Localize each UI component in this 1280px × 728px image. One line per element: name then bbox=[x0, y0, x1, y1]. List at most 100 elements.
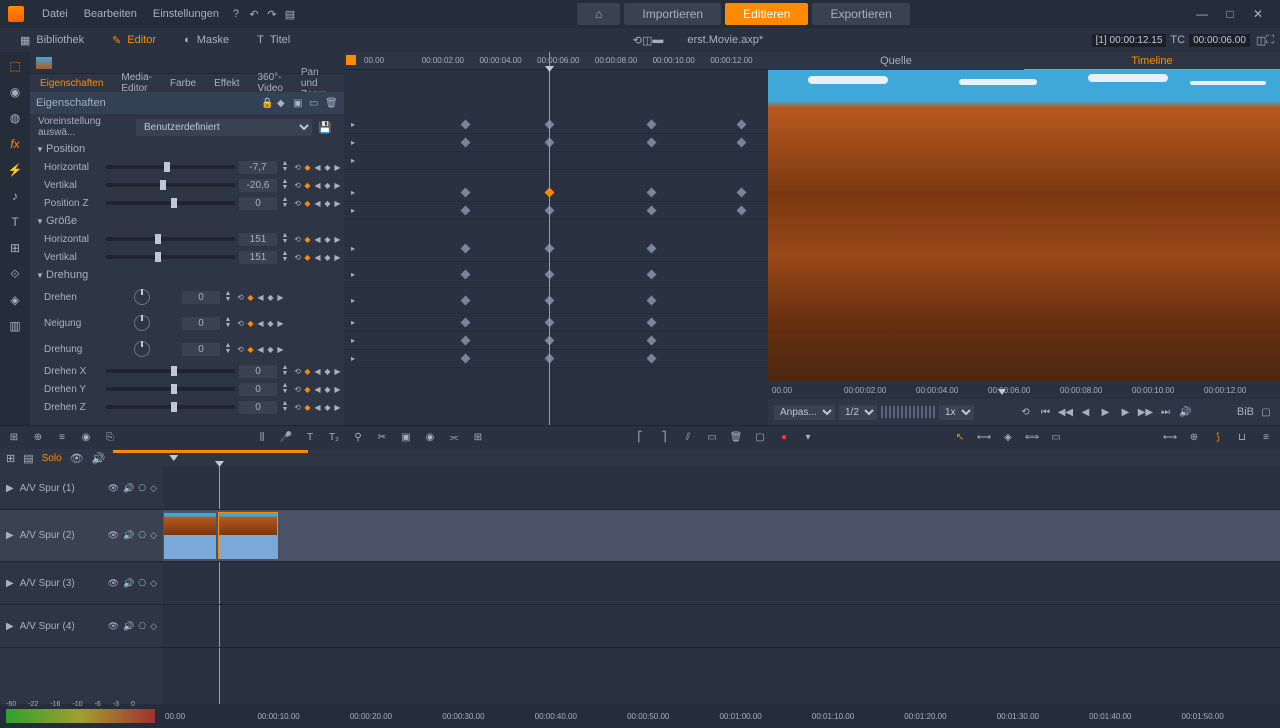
sidebar-marker-icon[interactable]: ◈ bbox=[7, 292, 23, 308]
lock-icon[interactable]: ⎔ bbox=[138, 483, 146, 494]
kf-next-icon[interactable]: ▶ bbox=[333, 163, 342, 172]
tl-speaker-icon[interactable]: 🔊 bbox=[92, 452, 106, 465]
tl-tool-copy[interactable]: ⎘ bbox=[102, 432, 118, 443]
tl-tool-pointer[interactable]: ↖ bbox=[952, 432, 968, 443]
slider-pos-z[interactable] bbox=[106, 201, 235, 205]
speaker-icon[interactable]: 🔊 bbox=[123, 530, 134, 541]
track-header-4[interactable]: ▶A/V Spur (4)👁🔊⎔◇ bbox=[0, 605, 163, 648]
kf-icon[interactable]: ◀ bbox=[256, 345, 265, 354]
speaker-icon[interactable]: 🔊 bbox=[123, 483, 134, 494]
preview-viewport[interactable] bbox=[768, 70, 1280, 381]
kf-icon[interactable]: ⟲ bbox=[293, 367, 302, 376]
keyframe-marker[interactable] bbox=[737, 120, 747, 130]
slider-size-h[interactable] bbox=[106, 237, 235, 241]
save-icon[interactable]: ▤ bbox=[281, 8, 299, 21]
eye-icon[interactable]: 👁 bbox=[108, 530, 119, 541]
tl-tool-mic[interactable]: 🎤 bbox=[278, 432, 294, 443]
kf-icon[interactable]: ◀ bbox=[313, 235, 322, 244]
menu-prefs[interactable]: Einstellungen bbox=[145, 8, 227, 20]
kf-icon[interactable]: ⟲ bbox=[236, 345, 245, 354]
keyframe-marker[interactable] bbox=[737, 206, 747, 216]
keyframe-marker[interactable] bbox=[647, 296, 657, 306]
eye-icon[interactable]: 👁 bbox=[108, 483, 119, 494]
knob-rot-r[interactable] bbox=[134, 341, 150, 357]
tl-solo-icon[interactable]: ▤ bbox=[23, 452, 33, 465]
stepper-size-h[interactable]: ▲▼ bbox=[281, 233, 289, 245]
timeline-playhead-top[interactable] bbox=[169, 455, 178, 461]
kf-icon[interactable]: ◀ bbox=[313, 181, 322, 190]
eye-icon[interactable]: 👁 bbox=[108, 578, 119, 589]
step-back-icon[interactable]: ◀ bbox=[1077, 407, 1093, 418]
keyframe-ruler[interactable]: 00.00 00:00:02.00 00:00:04.00 00:00:06.0… bbox=[344, 52, 768, 70]
dual-view-icon[interactable]: ◫ bbox=[642, 34, 652, 47]
kf-icon[interactable]: ▶ bbox=[276, 345, 285, 354]
expand-icon[interactable]: ▸ bbox=[344, 188, 362, 197]
tl-tool-slip[interactable]: ⟷ bbox=[976, 432, 992, 443]
keyframe-marker[interactable] bbox=[647, 206, 657, 216]
tl-tool-fit[interactable]: ⟷ bbox=[1162, 432, 1178, 443]
value-rot-z[interactable]: 0 bbox=[239, 401, 277, 414]
kf-icon[interactable]: ◀ bbox=[313, 403, 322, 412]
refresh-icon[interactable]: ⟲ bbox=[633, 34, 642, 47]
stepper-rot-x[interactable]: ▲▼ bbox=[281, 365, 289, 377]
kf-icon[interactable]: ◆ bbox=[266, 345, 275, 354]
expand-icon[interactable]: ▸ bbox=[344, 296, 362, 305]
keyframe-marker[interactable] bbox=[647, 120, 657, 130]
value-rot-r[interactable]: 0 bbox=[182, 343, 220, 356]
timeline-track-area[interactable] bbox=[163, 467, 1280, 704]
value-rot-x[interactable]: 0 bbox=[239, 365, 277, 378]
slider-pos-v[interactable] bbox=[106, 183, 235, 187]
keyframe-icon[interactable]: ◆ bbox=[277, 98, 290, 109]
tl-tool-chain[interactable]: ⫘ bbox=[446, 432, 462, 443]
kf-icon[interactable]: ⟲ bbox=[293, 253, 302, 262]
tl-headers-icon[interactable]: ⊞ bbox=[6, 452, 15, 465]
kf-icon[interactable]: ◆ bbox=[246, 319, 255, 328]
value-rot-n[interactable]: 0 bbox=[182, 317, 220, 330]
loop-icon[interactable]: ⟲ bbox=[1017, 407, 1033, 418]
kf-icon[interactable]: ◆ bbox=[303, 367, 312, 376]
volume-icon[interactable]: 🔊 bbox=[1177, 407, 1193, 418]
proptab-color[interactable]: Farbe bbox=[166, 78, 200, 89]
kf-icon[interactable]: ◆ bbox=[303, 403, 312, 412]
tl-eye-icon[interactable]: 👁 bbox=[70, 452, 84, 465]
window-close[interactable]: ✕ bbox=[1244, 7, 1272, 21]
sidebar-color-icon[interactable]: ◉ bbox=[7, 84, 23, 100]
menu-file[interactable]: Datei bbox=[34, 8, 76, 20]
kf-icon[interactable]: ◆ bbox=[323, 385, 332, 394]
lock-icon[interactable]: ⎔ bbox=[138, 578, 146, 589]
tl-tool-zoom[interactable]: ⊕ bbox=[1186, 432, 1202, 443]
kf-reset-icon[interactable]: ⟲ bbox=[293, 163, 302, 172]
tl-tool-curve[interactable]: ⟆ bbox=[1210, 432, 1226, 443]
expand-icon[interactable]: ▸ bbox=[344, 206, 362, 215]
track-header-3[interactable]: ▶A/V Spur (3)👁🔊⎔◇ bbox=[0, 562, 163, 605]
kf-icon[interactable]: ◀ bbox=[313, 385, 322, 394]
value-pos-h[interactable]: -7,7 bbox=[239, 161, 277, 174]
stepper-rot-n[interactable]: ▲▼ bbox=[224, 317, 232, 329]
kf-icon[interactable]: ◇ bbox=[150, 621, 157, 632]
mode-export[interactable]: Exportieren bbox=[812, 3, 909, 25]
window-maximize[interactable]: □ bbox=[1216, 7, 1244, 21]
slider-pos-h[interactable] bbox=[106, 165, 235, 169]
expand-icon[interactable]: ▸ bbox=[344, 354, 362, 363]
next-frame-icon[interactable]: ▶▶ bbox=[1137, 407, 1153, 418]
slider-rot-y[interactable] bbox=[106, 387, 235, 391]
kf-icon[interactable]: ▶ bbox=[333, 199, 342, 208]
kf-add-icon[interactable]: ◀ bbox=[313, 163, 322, 172]
kf-icon[interactable]: ◀ bbox=[313, 253, 322, 262]
value-size-v[interactable]: 151 bbox=[239, 251, 277, 264]
slider-rot-x[interactable] bbox=[106, 369, 235, 373]
proptab-properties[interactable]: Eigenschaften bbox=[36, 78, 107, 89]
stepper-pos-v[interactable]: ▲▼ bbox=[281, 179, 289, 191]
sidebar-transition-icon[interactable]: ⚡ bbox=[7, 162, 23, 178]
tab-mask[interactable]: ◐Maske bbox=[170, 28, 243, 52]
kf-icon[interactable]: ⟲ bbox=[236, 293, 245, 302]
group-position[interactable]: ▼Position bbox=[30, 140, 344, 158]
value-rot-y[interactable]: 0 bbox=[239, 383, 277, 396]
kf-icon[interactable]: ▶ bbox=[333, 181, 342, 190]
kf-icon[interactable]: ▶ bbox=[333, 403, 342, 412]
stepper-rot-y[interactable]: ▲▼ bbox=[281, 383, 289, 395]
keyframe-marker[interactable] bbox=[647, 336, 657, 346]
kf-icon[interactable]: ◆ bbox=[323, 253, 332, 262]
tl-tool-audio[interactable]: ⫼ bbox=[254, 432, 270, 443]
stepper-pos-h[interactable]: ▲▼ bbox=[281, 161, 289, 173]
